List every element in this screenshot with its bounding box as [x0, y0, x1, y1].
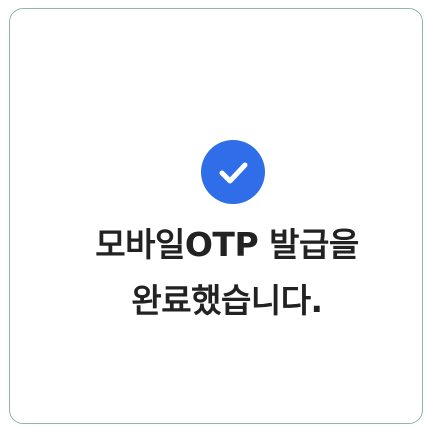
- check-circle-background: [201, 140, 265, 204]
- check-circle-icon-graphic: [201, 140, 265, 204]
- completion-message-line-2: 완료했습니다.: [131, 281, 323, 320]
- completion-card: 모바일OTP 발급을 완료했습니다.: [9, 8, 423, 424]
- completion-message: 모바일OTP 발급을 완료했습니다.: [40, 217, 414, 329]
- check-circle-icon: [201, 140, 265, 204]
- completion-message-line-1: 모바일OTP 발급을: [95, 225, 359, 264]
